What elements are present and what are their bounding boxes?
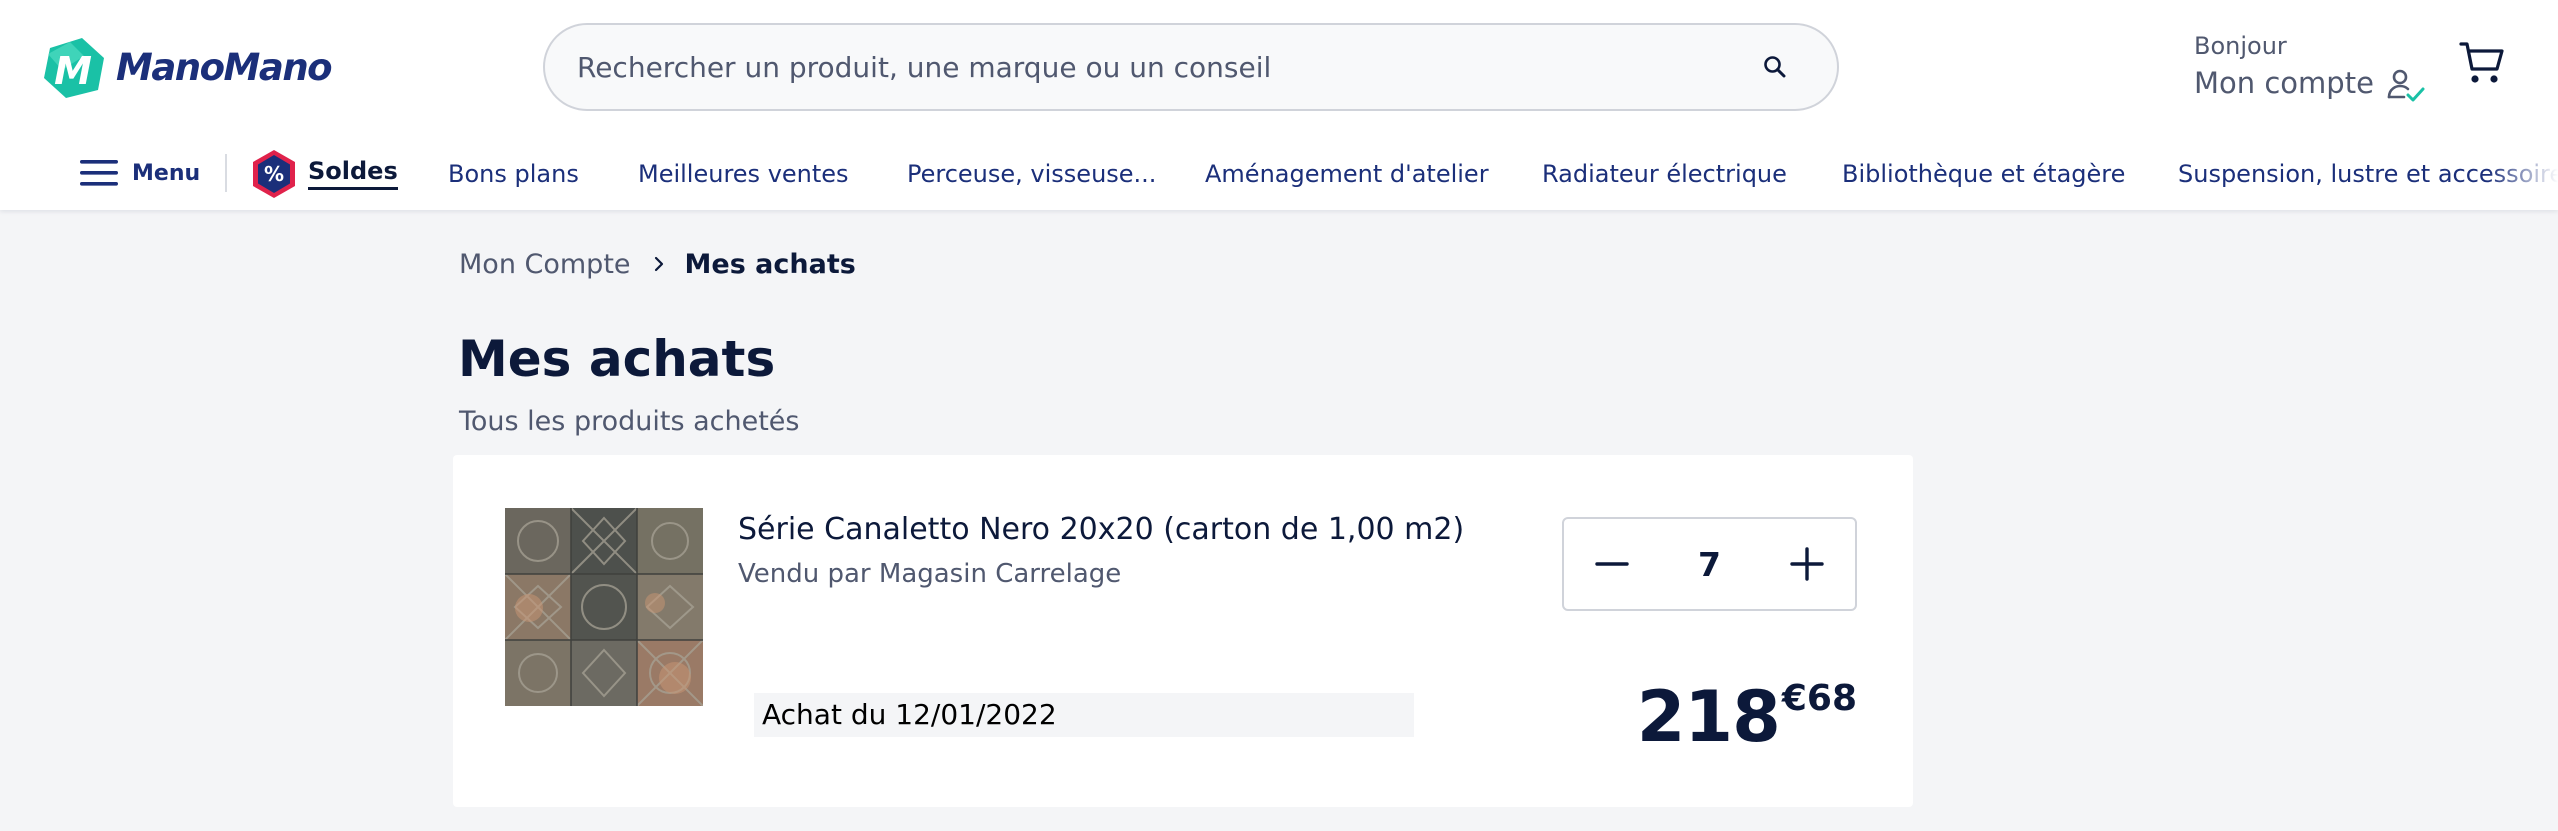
search-icon — [1764, 56, 1786, 78]
product-seller: Vendu par Magasin Carrelage — [738, 559, 1122, 589]
nav-link-meilleures-ventes[interactable]: Meilleures ventes — [638, 160, 849, 188]
minus-icon — [1595, 562, 1629, 566]
search-button[interactable] — [1745, 37, 1805, 97]
price-integer: 218 — [1636, 676, 1781, 758]
tile-pattern-image — [505, 508, 703, 706]
account-menu[interactable]: Bonjour Mon compte — [2194, 30, 2434, 110]
search-bar — [543, 23, 1839, 111]
sale-badge-icon: % — [253, 150, 295, 198]
account-label: Mon compte — [2194, 66, 2374, 100]
sale-badge-text: % — [264, 162, 284, 186]
nav-link-amenagement-atelier[interactable]: Aménagement d'atelier — [1205, 160, 1489, 188]
manomano-logo[interactable]: M ManoMano — [40, 34, 333, 100]
breadcrumb: Mon Compte Mes achats — [459, 246, 856, 282]
menu-button[interactable]: Menu — [80, 148, 200, 198]
quantity-increase-button[interactable] — [1759, 519, 1855, 609]
quantity-stepper: 7 — [1562, 517, 1857, 611]
nav-link-perceuse[interactable]: Perceuse, visseuse... — [907, 160, 1156, 188]
logo-mark-icon: M — [44, 38, 104, 98]
nav-link-bons-plans[interactable]: Bons plans — [448, 160, 579, 188]
purchase-date: Achat du 12/01/2022 — [754, 693, 1414, 737]
plus-icon — [1790, 547, 1824, 581]
account-greeting: Bonjour — [2194, 32, 2287, 60]
price-decimal: €68 — [1781, 678, 1857, 719]
category-nav: Menu % Soldes Bons plans Meilleures vent… — [0, 140, 2558, 206]
quantity-decrease-button[interactable] — [1564, 519, 1660, 609]
logo-text: ManoMano — [116, 45, 333, 89]
menu-label: Menu — [132, 160, 201, 186]
product-image[interactable] — [505, 508, 703, 706]
nav-divider — [225, 154, 227, 192]
search-input[interactable] — [545, 25, 1745, 109]
nav-link-soldes[interactable]: % Soldes — [250, 148, 398, 200]
hamburger-icon — [80, 160, 118, 186]
soldes-label: Soldes — [308, 158, 398, 190]
product-price: 218 €68 — [1637, 677, 1857, 757]
breadcrumb-link-mon-compte[interactable]: Mon Compte — [459, 249, 631, 280]
purchase-card: Série Canaletto Nero 20x20 (carton de 1,… — [453, 455, 1913, 807]
cart-button[interactable] — [2457, 38, 2507, 88]
nav-link-suspension[interactable]: Suspension, lustre et accessoire — [2178, 160, 2558, 188]
user-check-icon — [2387, 69, 2425, 102]
page-subtitle: Tous les produits achetés — [459, 406, 800, 437]
product-title[interactable]: Série Canaletto Nero 20x20 (carton de 1,… — [738, 512, 1464, 547]
svg-text:M: M — [54, 49, 92, 93]
site-header: M ManoMano Bonjour Mon compte — [0, 0, 2558, 210]
page-title: Mes achats — [458, 330, 776, 388]
chevron-right-icon — [654, 256, 663, 272]
nav-link-radiateur[interactable]: Radiateur électrique — [1542, 160, 1787, 188]
cart-icon — [2459, 42, 2504, 83]
nav-link-bibliotheque[interactable]: Bibliothèque et étagère — [1842, 160, 2125, 188]
breadcrumb-current: Mes achats — [684, 248, 856, 280]
quantity-value[interactable]: 7 — [1660, 519, 1759, 609]
